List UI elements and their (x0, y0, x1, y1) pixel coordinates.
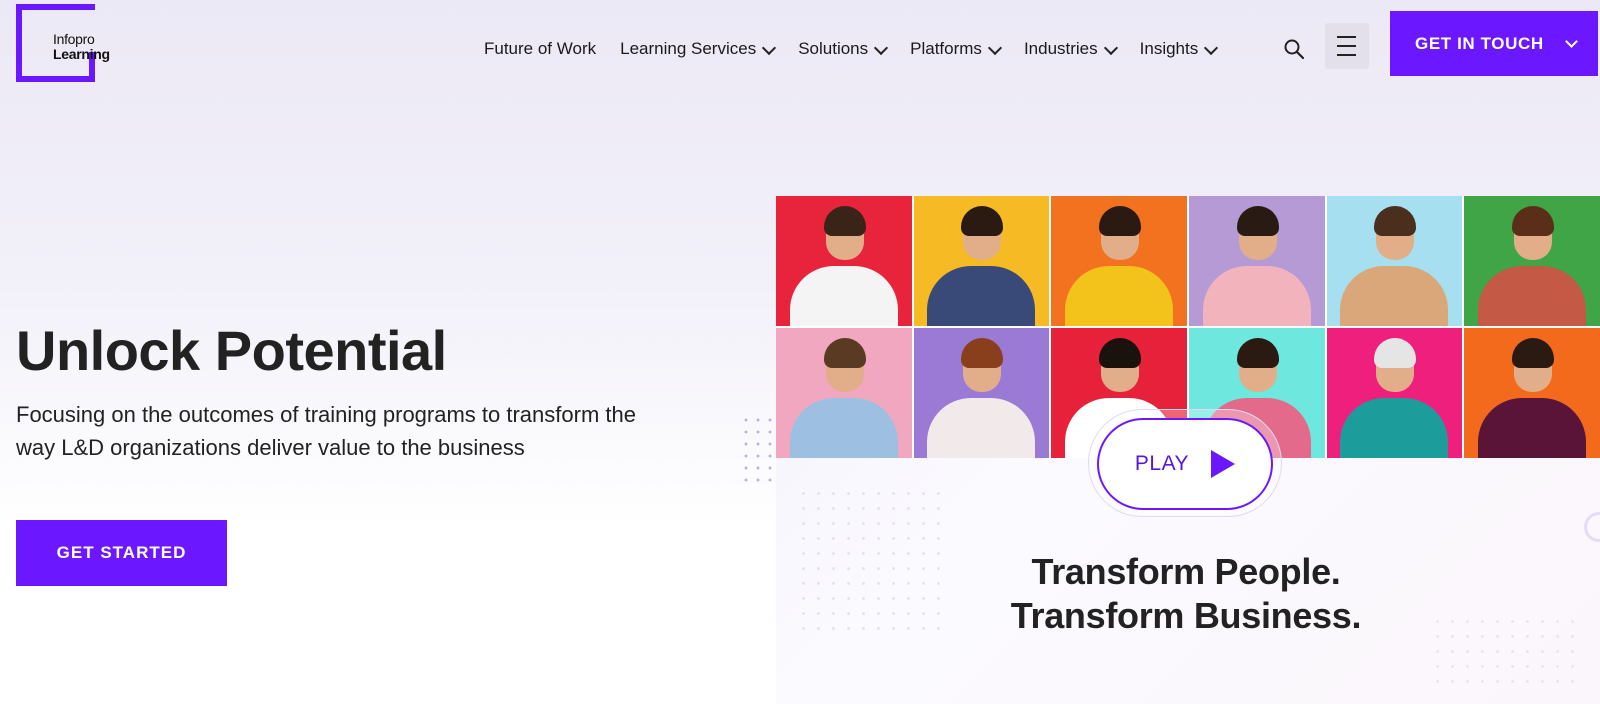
nav-item-label: Platforms (910, 39, 982, 58)
person-figure (1197, 198, 1317, 326)
hero-title: Unlock Potential (16, 319, 447, 382)
get-started-label: GET STARTED (56, 543, 187, 562)
portrait-photo (913, 328, 1050, 458)
nav-item-label: Learning Services (620, 39, 757, 58)
chevron-down-icon (1565, 35, 1578, 48)
person-figure (921, 198, 1041, 326)
hero-subtitle: Focusing on the outcomes of training pro… (16, 402, 636, 460)
tagline-line-2: Transform Business. (1010, 595, 1362, 636)
chevron-down-icon (1204, 40, 1219, 55)
nav-item-label: Future of Work (484, 39, 597, 58)
main-nav: Future of Work Learning Services Solutio… (484, 36, 1240, 62)
logo[interactable]: Infopro Learning (16, 4, 110, 82)
chevron-down-icon (874, 40, 889, 55)
tagline-line-1: Transform People. (1031, 551, 1341, 592)
nav-item-industries[interactable]: Industries (1023, 39, 1118, 59)
decorative-ring (1584, 512, 1600, 542)
logo-line-2: Learning (53, 46, 110, 62)
play-label: PLAY (1134, 452, 1190, 475)
chevron-down-icon (762, 40, 777, 55)
nav-item-insights[interactable]: Insights (1139, 39, 1219, 59)
person-figure (1472, 198, 1592, 326)
play-icon (1211, 450, 1236, 478)
nav-item-learning-services[interactable]: Learning Services (620, 39, 777, 59)
get-in-touch-button[interactable]: GET IN TOUCH (1390, 11, 1598, 76)
person-figure (784, 198, 904, 326)
logo-line-1: Infopro (53, 31, 95, 47)
chevron-down-icon (987, 40, 1003, 55)
person-figure (1059, 198, 1179, 326)
portrait-photo (1189, 196, 1325, 326)
decorative-dots (740, 414, 776, 490)
portrait-photo (776, 328, 912, 458)
person-figure (1334, 198, 1454, 326)
get-in-touch-label: GET IN TOUCH (1415, 33, 1544, 53)
nav-item-label: Insights (1139, 39, 1199, 58)
search-icon (1284, 39, 1305, 60)
portrait-photo (1326, 196, 1463, 326)
nav-item-label: Solutions (798, 39, 869, 58)
play-video-button[interactable]: PLAY (1097, 418, 1273, 510)
hamburger-menu-icon (1337, 36, 1356, 38)
portrait-photo (1464, 328, 1600, 458)
get-started-button[interactable]: GET STARTED (16, 520, 227, 586)
person-figure (784, 330, 904, 458)
menu-button[interactable] (1325, 23, 1369, 69)
person-figure (921, 330, 1041, 458)
portrait-photo (1464, 196, 1600, 326)
person-figure (1334, 330, 1454, 458)
portrait-photo (913, 196, 1050, 326)
portrait-photo (1326, 328, 1463, 458)
nav-item-label: Industries (1023, 39, 1098, 58)
nav-item-platforms[interactable]: Platforms (910, 39, 1003, 59)
logo-text: Infopro Learning (53, 32, 110, 62)
portrait-photo (776, 196, 912, 326)
hero-media: PLAY Transform People. Transform Busines… (776, 196, 1600, 704)
chevron-down-icon (1103, 40, 1118, 55)
person-figure (1472, 330, 1592, 458)
portrait-photo (1051, 196, 1187, 326)
search-button[interactable] (1282, 37, 1306, 61)
nav-item-solutions[interactable]: Solutions (798, 39, 889, 59)
nav-item-future-of-work[interactable]: Future of Work (484, 39, 596, 59)
